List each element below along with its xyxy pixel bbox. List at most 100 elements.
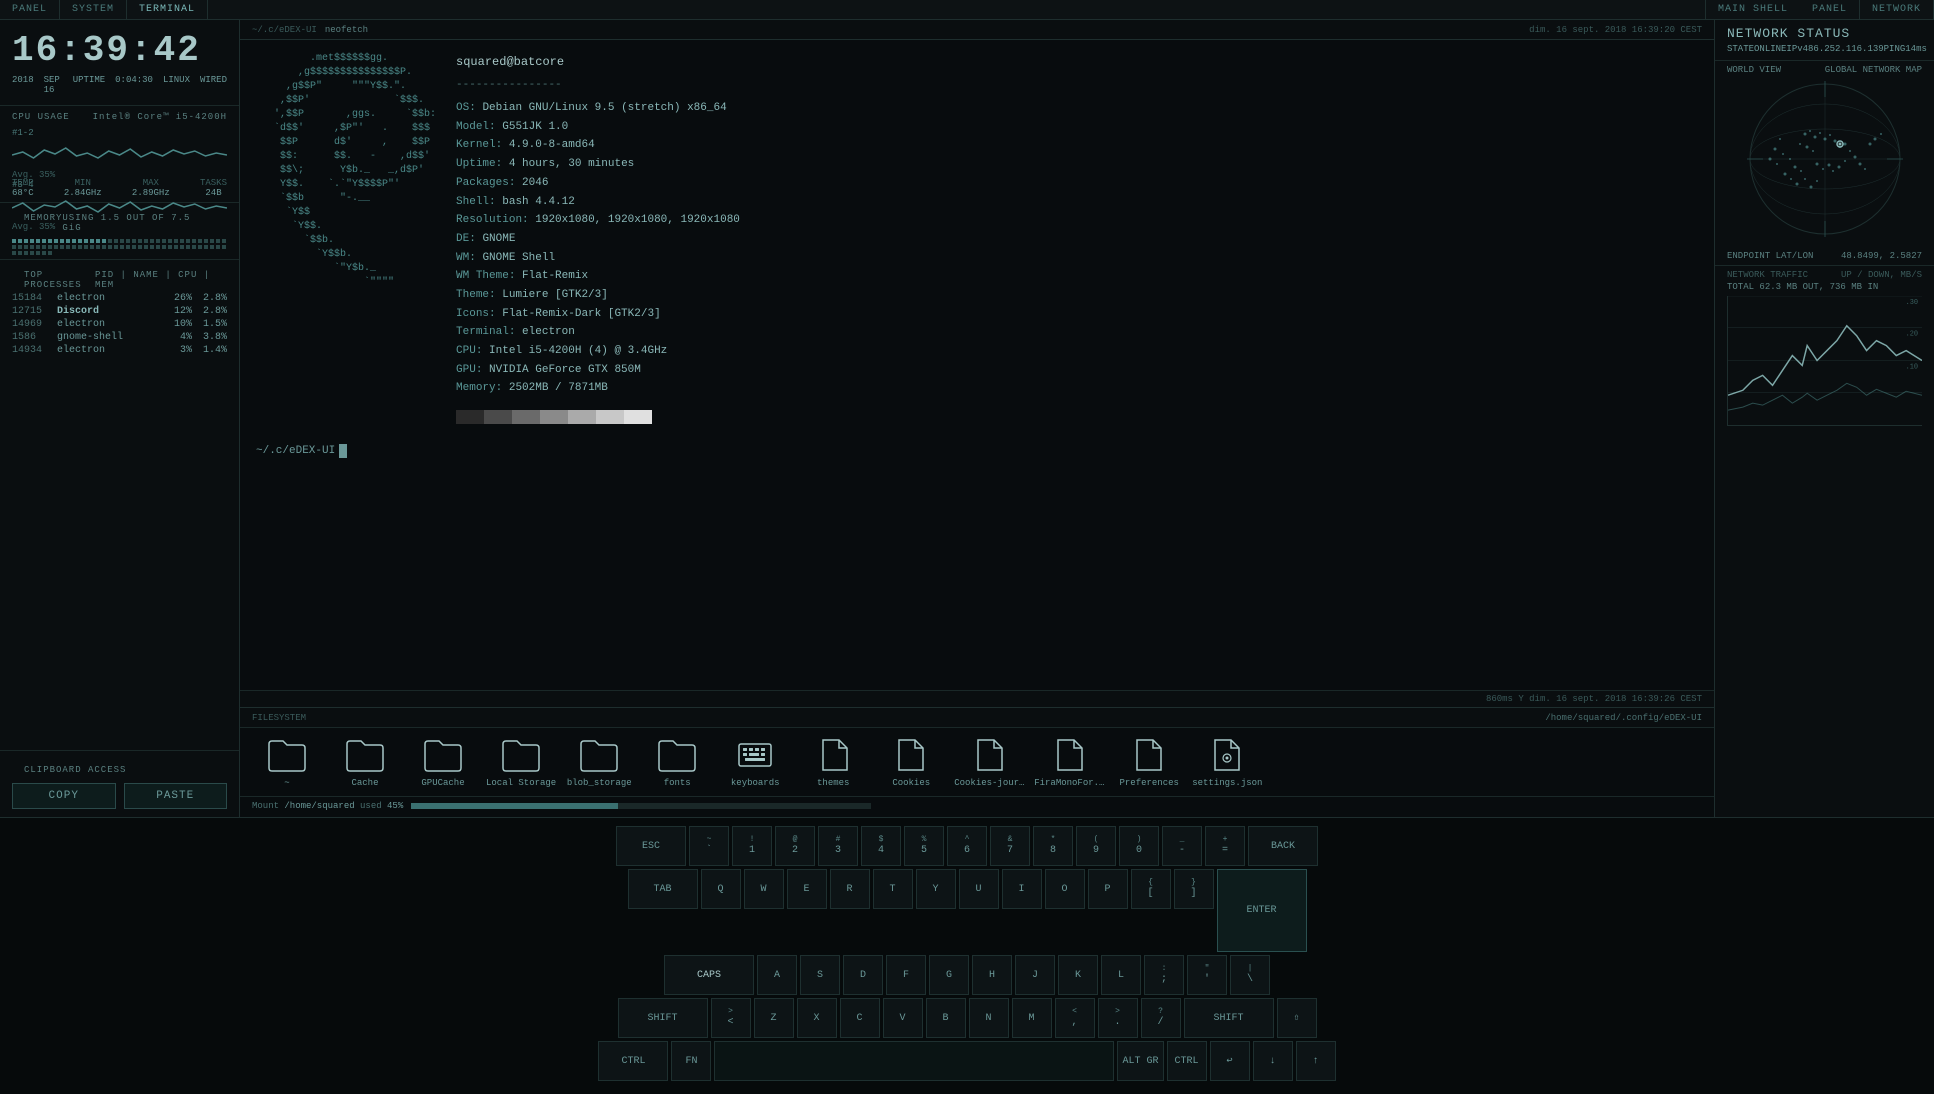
key-k[interactable]: K: [1058, 955, 1098, 995]
key-e[interactable]: E: [787, 869, 827, 909]
key-w[interactable]: W: [744, 869, 784, 909]
topbar-terminal[interactable]: TERMINAL: [127, 0, 208, 19]
key-0[interactable]: )0: [1119, 826, 1159, 866]
neofetch-art: .met$$$$$$gg. ,g$$$$$$$$$$$$$$$P. ,g$$P"…: [256, 52, 436, 398]
fs-item[interactable]: blob_storage: [564, 736, 634, 788]
key-period[interactable]: >.: [1098, 998, 1138, 1038]
key-6[interactable]: ^6: [947, 826, 987, 866]
clipboard-section: CLIPBOARD ACCESS COPY PASTE: [0, 750, 239, 817]
fs-item[interactable]: Preferences: [1114, 736, 1184, 788]
fs-item[interactable]: FiraMonoFor...: [1034, 736, 1106, 788]
key-7[interactable]: &7: [990, 826, 1030, 866]
fs-item[interactable]: ~: [252, 736, 322, 788]
fs-item[interactable]: Cookies-jour...: [954, 736, 1026, 788]
main-layout: 16:39:42 2018 SEP 16 UPTIME 0:04:30 LINU…: [0, 20, 1934, 817]
key-shift-right[interactable]: SHIFT: [1184, 998, 1274, 1038]
fs-item[interactable]: fonts: [642, 736, 712, 788]
copy-button[interactable]: COPY: [12, 783, 116, 809]
key-semicolon[interactable]: :;: [1144, 955, 1184, 995]
key-z[interactable]: Z: [754, 998, 794, 1038]
key-enter[interactable]: ENTER: [1217, 869, 1307, 952]
info-label: Terminal:: [456, 326, 515, 338]
paste-button[interactable]: PASTE: [124, 783, 228, 809]
key-q[interactable]: Q: [701, 869, 741, 909]
terminal-body[interactable]: .met$$$$$$gg. ,g$$$$$$$$$$$$$$$P. ,g$$P"…: [240, 40, 1714, 690]
key-down-icon[interactable]: ↓: [1253, 1041, 1293, 1081]
fs-item[interactable]: settings.json: [1192, 736, 1262, 788]
proc-mem: 2.8%: [192, 306, 227, 317]
key-caps[interactable]: CAPS: [664, 955, 754, 995]
info-value: GNOME: [476, 233, 516, 245]
key-lt[interactable]: ><: [711, 998, 751, 1038]
key-3[interactable]: #3: [818, 826, 858, 866]
mount-progress: [411, 803, 871, 809]
fs-item[interactable]: Cache: [330, 736, 400, 788]
key-quote[interactable]: "': [1187, 955, 1227, 995]
key-t[interactable]: T: [873, 869, 913, 909]
key-5[interactable]: %5: [904, 826, 944, 866]
key-u[interactable]: U: [959, 869, 999, 909]
key-s[interactable]: S: [800, 955, 840, 995]
key-ctrl-right[interactable]: CTRL: [1167, 1041, 1207, 1081]
key-p[interactable]: P: [1088, 869, 1128, 909]
key-shift-left[interactable]: SHIFT: [618, 998, 708, 1038]
keyboard-row-4: SHIFT >< Z X C V B N M <, >. ?/ SHIFT ⇧: [16, 998, 1918, 1038]
fs-item[interactable]: Cookies: [876, 736, 946, 788]
key-8[interactable]: *8: [1033, 826, 1073, 866]
key-4[interactable]: $4: [861, 826, 901, 866]
key-1[interactable]: !1: [732, 826, 772, 866]
globe-svg: [1745, 79, 1905, 239]
key-h[interactable]: H: [972, 955, 1012, 995]
key-m[interactable]: M: [1012, 998, 1052, 1038]
fs-item[interactable]: Local Storage: [486, 736, 556, 788]
key-r[interactable]: R: [830, 869, 870, 909]
info-label: WM Theme:: [456, 270, 515, 282]
key-equals[interactable]: +=: [1205, 826, 1245, 866]
color-bar: [456, 410, 1698, 424]
key-minus[interactable]: _-: [1162, 826, 1202, 866]
key-altgr[interactable]: ALT GR: [1117, 1041, 1163, 1081]
key-tilde[interactable]: ~`: [689, 826, 729, 866]
info-label: Resolution:: [456, 214, 529, 226]
key-slash[interactable]: ?/: [1141, 998, 1181, 1038]
key-up-icon[interactable]: ↑: [1296, 1041, 1336, 1081]
key-l[interactable]: L: [1101, 955, 1141, 995]
process-row: 14934 electron 3% 1.4%: [12, 344, 227, 357]
key-x[interactable]: X: [797, 998, 837, 1038]
key-b[interactable]: B: [926, 998, 966, 1038]
key-y[interactable]: Y: [916, 869, 956, 909]
key-comma[interactable]: <,: [1055, 998, 1095, 1038]
key-backslash[interactable]: |\: [1230, 955, 1270, 995]
key-v[interactable]: V: [883, 998, 923, 1038]
key-fn[interactable]: FN: [671, 1041, 711, 1081]
info-value: Flat-Remix-Dark [GTK2/3]: [496, 308, 661, 320]
fs-icon: [891, 736, 931, 774]
key-2[interactable]: @2: [775, 826, 815, 866]
key-d[interactable]: D: [843, 955, 883, 995]
key-return-icon[interactable]: ↩: [1210, 1041, 1250, 1081]
key-tab[interactable]: TAB: [628, 869, 698, 909]
key-backspace[interactable]: BACK: [1248, 826, 1318, 866]
key-n[interactable]: N: [969, 998, 1009, 1038]
key-ctrl-left[interactable]: CTRL: [598, 1041, 668, 1081]
key-9[interactable]: (9: [1076, 826, 1116, 866]
key-esc[interactable]: ESC: [616, 826, 686, 866]
key-f[interactable]: F: [886, 955, 926, 995]
key-bracket-left[interactable]: {[: [1131, 869, 1171, 909]
key-o[interactable]: O: [1045, 869, 1085, 909]
key-c[interactable]: C: [840, 998, 880, 1038]
key-g[interactable]: G: [929, 955, 969, 995]
fs-item[interactable]: GPUCache: [408, 736, 478, 788]
color-swatch-1: [456, 410, 484, 424]
key-i[interactable]: I: [1002, 869, 1042, 909]
folder-icon: [267, 736, 307, 774]
key-a[interactable]: A: [757, 955, 797, 995]
key-bracket-right[interactable]: }]: [1174, 869, 1214, 909]
key-j[interactable]: J: [1015, 955, 1055, 995]
traffic-section: NETWORK TRAFFIC UP / DOWN, MB/S TOTAL 62…: [1715, 266, 1934, 817]
info-value: 4.9.0-8-amd64: [502, 139, 594, 151]
fs-item[interactable]: themes: [798, 736, 868, 788]
key-shift-icon[interactable]: ⇧: [1277, 998, 1317, 1038]
key-space[interactable]: [714, 1041, 1114, 1081]
fs-item[interactable]: keyboards: [720, 736, 790, 788]
